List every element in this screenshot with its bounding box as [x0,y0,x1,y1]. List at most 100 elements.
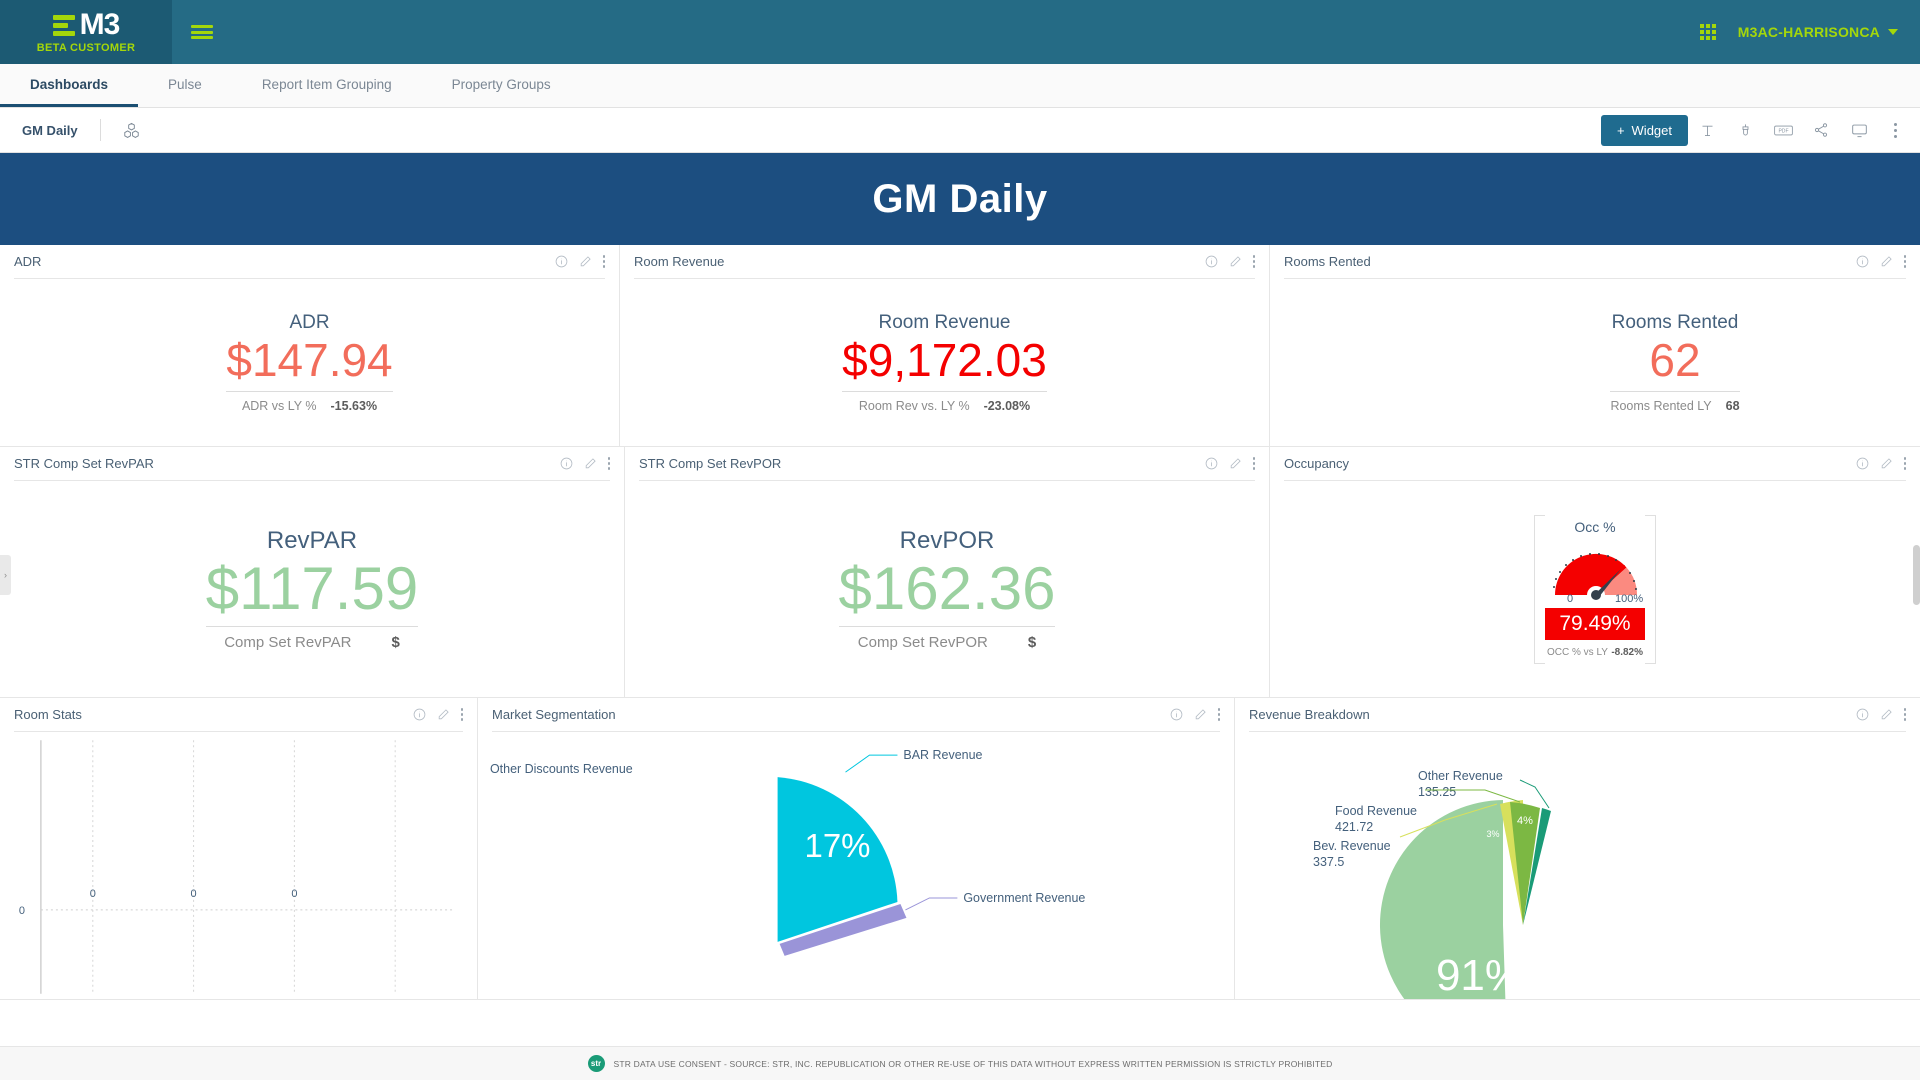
revenue-breakdown-label-bev: Bev. Revenue [1313,839,1391,853]
info-icon[interactable] [555,255,568,268]
vertical-scrollbar-thumb[interactable] [1913,545,1920,605]
market-segmentation-pie: 17% BAR Revenue Government Revenue Other… [478,732,1234,999]
kpi-value: $117.59 [206,557,418,620]
kpi-foot-value: -23.08% [984,399,1031,413]
logo-text: M3 [80,10,120,40]
info-icon[interactable] [1856,457,1869,470]
widget-title-occupancy: Occupancy [1284,456,1856,471]
widget-kebab-menu-icon[interactable] [1218,708,1221,721]
brand-logo[interactable]: M3 BETA CUSTOMER [0,0,172,64]
share-icon[interactable] [1802,115,1840,145]
kpi-value: $147.94 [226,336,392,384]
monitor-icon[interactable] [1840,115,1878,145]
sidebar-collapse-handle[interactable]: › [0,555,11,595]
revenue-breakdown-pie: 3% 4% 91% Other Revenue 135.25 Food Reve… [1235,732,1920,999]
revenue-breakdown-value-other: 135.25 [1418,785,1456,799]
info-icon[interactable] [1205,255,1218,268]
user-menu[interactable]: M3AC-HARRISONCA [1738,24,1898,40]
edit-pencil-icon[interactable] [1880,708,1893,721]
info-icon[interactable] [1205,457,1218,470]
top-bar-right: M3AC-HARRISONCA [1700,0,1920,64]
widget-kebab-menu-icon[interactable] [608,457,611,470]
widget-title-room-revenue: Room Revenue [634,254,1205,269]
gauge-foot-value: -8.82% [1611,647,1643,658]
dashboard-toolbar: GM Daily + Widget PDF [0,108,1920,153]
tab-pulse[interactable]: Pulse [138,64,232,107]
info-icon[interactable] [1856,708,1869,721]
widget-str-comp-set-revpar: STR Comp Set RevPAR RevPAR $117.59 Comp … [0,447,625,698]
edit-pencil-icon[interactable] [1880,255,1893,268]
widget-title-room-stats: Room Stats [14,707,413,722]
gauge-value: 79.49% [1545,608,1645,640]
kpi-revpar: RevPAR $117.59 Comp Set RevPAR $ [206,527,418,651]
kpi-foot-value: 68 [1726,399,1740,413]
kpi-foot-value: $ [1028,634,1036,651]
gauge-occupancy: Occ % [1534,515,1656,664]
room-stats-value-0: 0 [90,888,96,900]
widget-kebab-menu-icon[interactable] [1904,708,1907,721]
tab-dashboards[interactable]: Dashboards [0,64,138,107]
kpi-value: 62 [1610,336,1739,384]
widget-occupancy: Occupancy Occ % [1270,447,1920,698]
kpi-room-revenue: Room Revenue $9,172.03 Room Rev vs. LY %… [842,312,1047,412]
edit-pencil-icon[interactable] [1880,457,1893,470]
text-icon[interactable] [1688,115,1726,145]
widget-kebab-menu-icon[interactable] [1904,255,1907,268]
add-widget-button[interactable]: + Widget [1601,115,1688,146]
widget-room-revenue: Room Revenue Room Revenue $9,172.03 Room… [620,245,1270,447]
edit-pencil-icon[interactable] [1194,708,1207,721]
widget-room-stats: Room Stats 0 0 0 0 [0,698,478,1000]
widget-row-2: STR Comp Set RevPAR RevPAR $117.59 Comp … [0,447,1920,698]
widget-kebab-menu-icon[interactable] [461,708,464,721]
kpi-foot-label: Comp Set RevPAR [224,634,351,651]
paint-brush-icon[interactable] [1726,115,1764,145]
apps-grid-icon[interactable] [1700,24,1716,40]
plus-icon: + [1617,123,1625,138]
tab-property-groups[interactable]: Property Groups [422,64,581,107]
dashboard-banner-title: GM Daily [0,153,1920,245]
widget-kebab-menu-icon[interactable] [603,255,606,268]
edit-pencil-icon[interactable] [1229,255,1242,268]
kpi-adr: ADR $147.94 ADR vs LY % -15.63% [226,312,392,412]
edit-pencil-icon[interactable] [579,255,592,268]
widget-kebab-menu-icon[interactable] [1253,457,1256,470]
widget-title-adr: ADR [14,254,555,269]
cubes-icon[interactable] [101,122,162,139]
hamburger-icon[interactable] [172,0,232,64]
widget-kebab-menu-icon[interactable] [1253,255,1256,268]
revenue-breakdown-label-food: Food Revenue [1335,804,1417,818]
dashboard-tab-gm-daily[interactable]: GM Daily [0,108,100,152]
edit-pencil-icon[interactable] [437,708,450,721]
room-stats-chart: 0 0 0 0 [0,732,477,999]
kpi-foot-label: Room Rev vs. LY % [859,399,970,413]
info-icon[interactable] [1170,708,1183,721]
revenue-breakdown-pct-room: 91% [1436,951,1524,999]
widget-title-revpar: STR Comp Set RevPAR [14,456,560,471]
room-stats-axis-zero: 0 [19,905,25,917]
edit-pencil-icon[interactable] [1229,457,1242,470]
kpi-revpor: RevPOR $162.36 Comp Set RevPOR $ [839,527,1056,651]
info-icon[interactable] [413,708,426,721]
top-bar: M3 BETA CUSTOMER M3AC-HARRISONCA [0,0,1920,64]
widget-str-comp-set-revpor: STR Comp Set RevPOR RevPOR $162.36 Comp … [625,447,1270,698]
footer-text: STR DATA USE CONSENT - SOURCE: STR, INC.… [614,1059,1333,1069]
widget-title-revenue-breakdown: Revenue Breakdown [1249,707,1856,722]
tab-report-item-grouping[interactable]: Report Item Grouping [232,64,422,107]
info-icon[interactable] [560,457,573,470]
room-stats-value-2: 0 [291,888,297,900]
kpi-foot-label: Rooms Rented LY [1610,399,1711,413]
kpi-foot-value: -15.63% [331,399,378,413]
widget-row-3: Room Stats 0 0 0 0 [0,698,1920,1000]
edit-pencil-icon[interactable] [584,457,597,470]
market-seg-label-bar: BAR Revenue [903,748,982,762]
widget-kebab-menu-icon[interactable] [1904,457,1907,470]
room-stats-value-1: 0 [191,888,197,900]
pdf-icon[interactable]: PDF [1764,115,1802,145]
info-icon[interactable] [1856,255,1869,268]
widget-row-1: ADR ADR $147.94 ADR vs LY % -15.63% Room… [0,245,1920,447]
gauge-foot-label: OCC % vs LY [1547,647,1608,658]
toolbar-kebab-menu-icon[interactable] [1878,115,1912,145]
kpi-label: Room Revenue [842,312,1047,334]
revenue-breakdown-pct-bev: 3% [1486,829,1499,839]
kpi-rooms-rented: Rooms Rented 62 Rooms Rented LY 68 [1610,312,1739,412]
